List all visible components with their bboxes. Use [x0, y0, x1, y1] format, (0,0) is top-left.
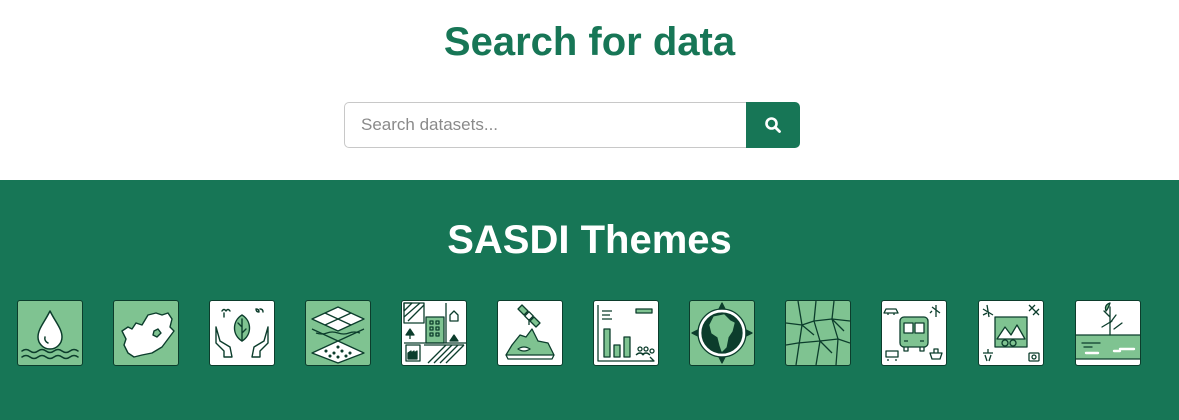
land-layers-icon [311, 306, 365, 364]
search-icon [765, 117, 781, 133]
transport-bus-icon [883, 305, 943, 361]
theme-tile-environment[interactable] [209, 300, 275, 366]
themes-title: SASDI Themes [447, 218, 732, 262]
themes-section: SASDI Themes [0, 180, 1179, 420]
water-drop-icon [21, 310, 79, 360]
parcels-map-icon [786, 301, 850, 365]
theme-tile-elevation[interactable] [497, 300, 563, 366]
theme-tile-hydrography[interactable] [1075, 300, 1141, 366]
theme-tile-water[interactable] [17, 300, 83, 366]
tourism-icon [982, 304, 1040, 362]
wetland-icon [1076, 302, 1140, 360]
satellite-terrain-icon [505, 304, 555, 360]
theme-tile-tourism[interactable] [978, 300, 1044, 366]
theme-tile-land-use[interactable] [401, 300, 467, 366]
statistics-chart-icon [597, 305, 655, 362]
search-input[interactable] [344, 102, 746, 148]
land-use-icon [403, 302, 466, 364]
theme-tile-land-cover[interactable] [305, 300, 371, 366]
south-africa-map-icon [121, 312, 175, 358]
theme-tile-transport[interactable] [881, 300, 947, 366]
theme-tile-boundaries[interactable] [113, 300, 179, 366]
page-title: Search for data [443, 20, 736, 64]
search-button[interactable] [746, 102, 800, 148]
search-section: Search for data [0, 0, 1179, 180]
theme-tile-geodesy[interactable] [689, 300, 755, 366]
globe-africa-icon [691, 302, 753, 364]
theme-tile-statistics[interactable] [593, 300, 659, 366]
theme-tile-cadastral[interactable] [785, 300, 851, 366]
hands-leaf-icon [215, 308, 269, 358]
search-bar [344, 102, 800, 148]
